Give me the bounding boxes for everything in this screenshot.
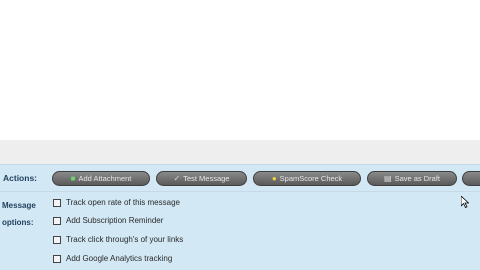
save-as-draft-label: Save as Draft — [394, 174, 440, 183]
message-options-panel: Message options: Track open rate of this… — [0, 192, 480, 270]
track-open-rate-label: Track open rate of this message — [66, 198, 180, 207]
check-icon: ✓ — [173, 173, 181, 183]
actions-bar: Actions: ■ Add Attachment ✓ Test Message… — [0, 164, 480, 192]
option-track-click-through[interactable]: Track click through's of your links — [53, 235, 183, 244]
message-editor-area[interactable] — [0, 0, 480, 140]
subscription-reminder-label: Add Subscription Reminder — [66, 216, 164, 225]
add-attachment-label: Add Attachment — [78, 174, 132, 183]
mouse-cursor-icon — [461, 196, 469, 208]
save-as-draft-button[interactable]: ▤ Save as Draft — [367, 171, 457, 186]
option-track-open-rate[interactable]: Track open rate of this message — [53, 198, 180, 207]
options-label-line1: Message — [2, 201, 36, 210]
subscription-reminder-checkbox[interactable] — [53, 216, 61, 225]
actions-label: Actions: — [3, 173, 37, 183]
spamscore-check-button[interactable]: ● SpamScore Check — [253, 171, 361, 186]
track-click-through-label: Track click through's of your links — [66, 235, 184, 244]
spamscore-check-label: SpamScore Check — [279, 174, 343, 183]
test-message-label: Test Message — [183, 174, 230, 183]
shield-icon: ● — [271, 173, 277, 183]
more-actions-button[interactable] — [462, 171, 480, 186]
google-analytics-label: Add Google Analytics tracking — [66, 254, 173, 263]
save-icon: ▤ — [384, 173, 392, 183]
option-google-analytics[interactable]: Add Google Analytics tracking — [53, 254, 172, 263]
option-subscription-reminder[interactable]: Add Subscription Reminder — [53, 216, 163, 225]
add-attachment-button[interactable]: ■ Add Attachment — [52, 171, 150, 186]
test-message-button[interactable]: ✓ Test Message — [156, 171, 247, 186]
editor-status-strip — [0, 140, 480, 164]
message-options-label: Message options: — [2, 197, 36, 231]
track-open-rate-checkbox[interactable] — [53, 198, 61, 207]
google-analytics-checkbox[interactable] — [53, 254, 61, 263]
track-click-through-checkbox[interactable] — [53, 235, 61, 244]
options-label-line2: options: — [2, 218, 34, 227]
paperclip-icon: ■ — [70, 173, 76, 183]
